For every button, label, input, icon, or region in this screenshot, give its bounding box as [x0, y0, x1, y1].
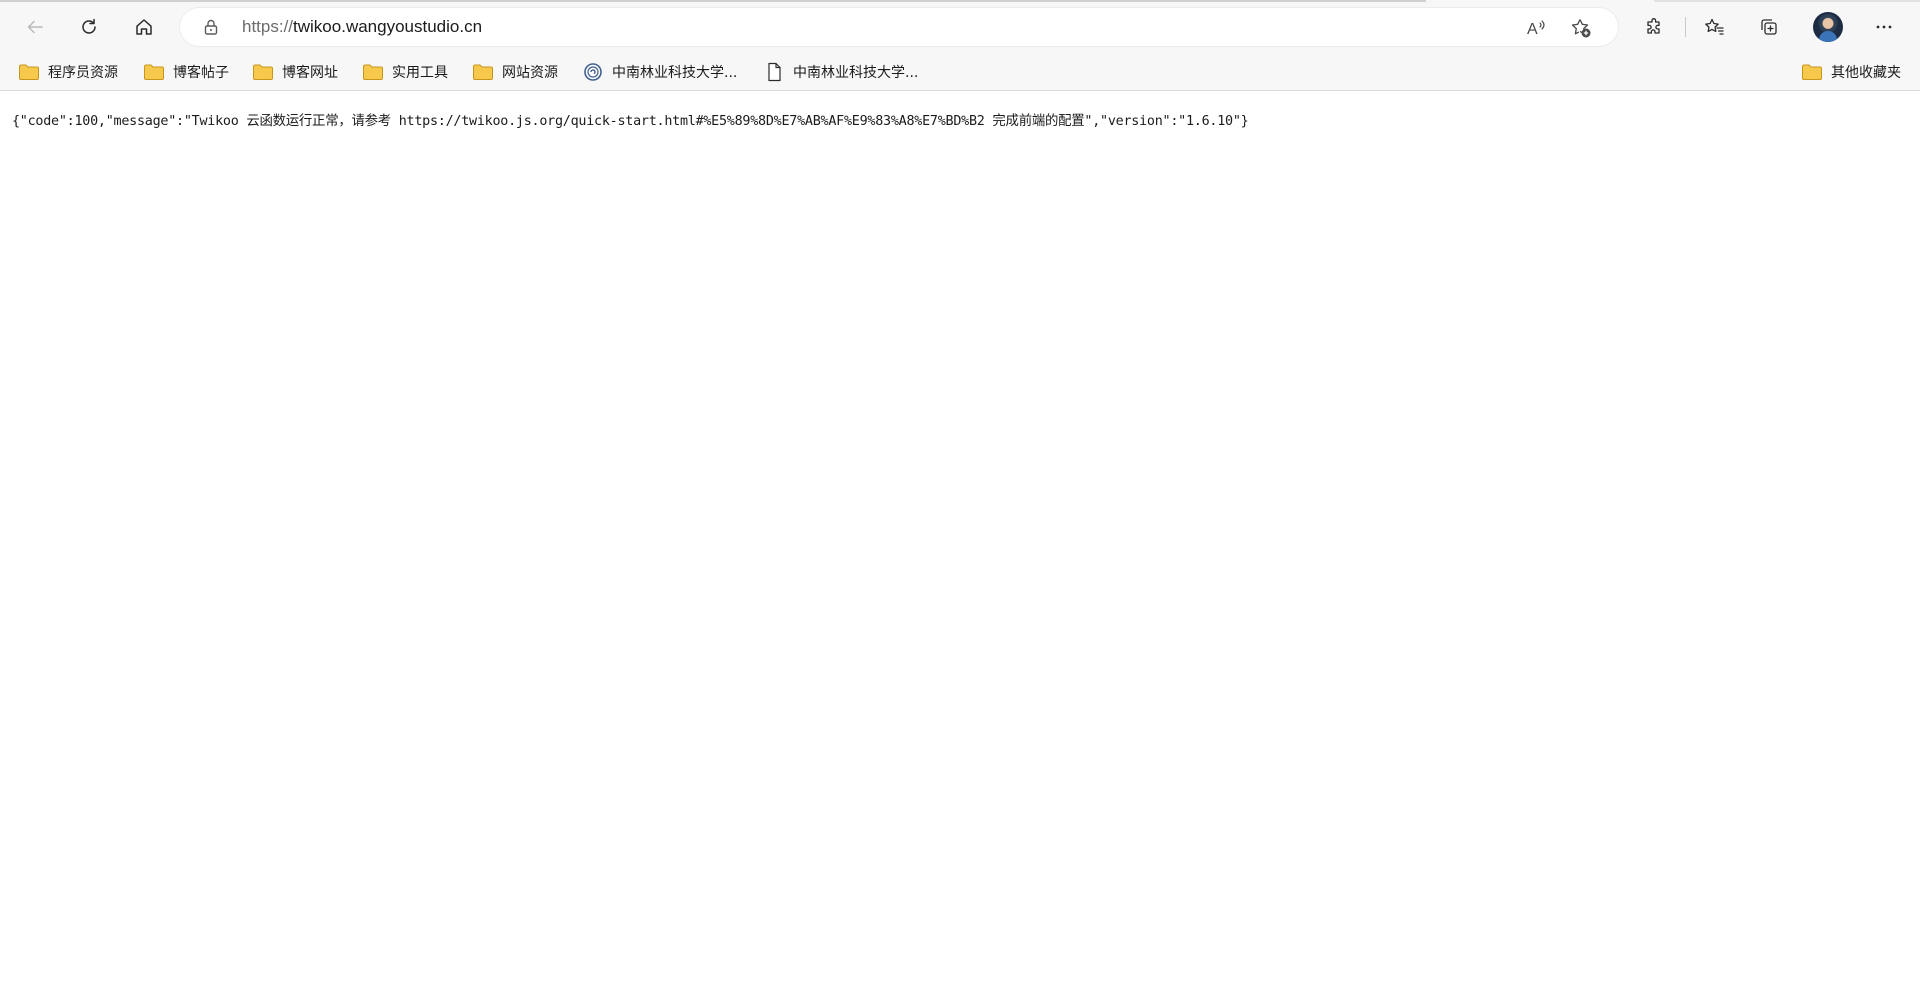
bookmark-page-csuft-2[interactable]: 中南林业科技大学... [757, 59, 924, 85]
bookmark-label: 中南林业科技大学... [612, 65, 738, 81]
bookmark-folder-other-favorites[interactable]: 其他收藏夹 [1795, 59, 1907, 85]
bookmark-label: 程序员资源 [48, 65, 118, 81]
refresh-icon [82, 18, 96, 34]
toolbar-divider [1685, 17, 1686, 37]
loading-indicator-secondary [1654, 0, 1920, 2]
bookmark-label: 博客帖子 [173, 65, 229, 81]
collections-button[interactable] [1752, 10, 1786, 44]
favorites-icon [1705, 18, 1724, 35]
bookmark-folder-blog-urls[interactable]: 博客网址 [246, 59, 344, 85]
more-menu-button[interactable] [1867, 10, 1901, 44]
folder-icon [362, 62, 384, 82]
bookmark-label: 博客网址 [282, 65, 338, 81]
bookmark-label: 其他收藏夹 [1831, 65, 1901, 81]
collections-icon [1761, 19, 1777, 35]
browser-toolbar: https://twikoo.wangyoustudio.cn A [0, 0, 1920, 53]
address-bar[interactable]: https://twikoo.wangyoustudio.cn A [180, 8, 1618, 46]
back-arrow-icon [27, 20, 43, 34]
folder-icon [143, 62, 165, 82]
folder-icon [18, 62, 40, 82]
folder-icon [472, 62, 494, 82]
folder-icon [1801, 62, 1823, 82]
bookmarks-bar: 程序员资源 博客帖子 博客网址 实用工具 网站资源 中南林业科技大学... 中南… [0, 53, 1920, 91]
favorites-button[interactable] [1697, 10, 1731, 44]
loading-indicator [0, 0, 1426, 2]
bookmark-folder-programmer-resources[interactable]: 程序员资源 [12, 59, 124, 85]
folder-icon [252, 62, 274, 82]
lock-icon[interactable] [202, 18, 220, 36]
bookmark-folder-utilities[interactable]: 实用工具 [356, 59, 454, 85]
page-content: {"code":100,"message":"Twikoo 云函数运行正常，请参… [0, 92, 1920, 982]
site-favicon-icon [582, 62, 604, 82]
more-menu-icon [1876, 25, 1892, 29]
bookmark-label: 实用工具 [392, 65, 448, 81]
add-favorite-icon[interactable] [1570, 17, 1592, 39]
url-host: twikoo.wangyoustudio.cn [293, 17, 483, 36]
profile-avatar[interactable] [1813, 12, 1843, 42]
json-response-text: {"code":100,"message":"Twikoo 云函数运行正常，请参… [12, 114, 1249, 129]
page-icon [763, 62, 785, 82]
home-button[interactable] [127, 10, 161, 44]
url-scheme: https:// [242, 17, 294, 36]
home-icon [136, 19, 152, 35]
bookmark-folder-blog-posts[interactable]: 博客帖子 [137, 59, 235, 85]
extensions-icon [1647, 18, 1660, 34]
bookmark-folder-website-resources[interactable]: 网站资源 [466, 59, 564, 85]
bookmark-label: 网站资源 [502, 65, 558, 81]
svg-text:A: A [1527, 21, 1538, 38]
back-button[interactable] [18, 10, 52, 44]
url-text[interactable]: https://twikoo.wangyoustudio.cn [242, 17, 482, 37]
extensions-button[interactable] [1637, 10, 1671, 44]
bookmark-site-csuft-1[interactable]: 中南林业科技大学... [576, 59, 743, 85]
refresh-button[interactable] [72, 10, 106, 44]
bookmark-label: 中南林业科技大学... [793, 65, 919, 81]
read-aloud-icon[interactable]: A [1526, 17, 1548, 39]
